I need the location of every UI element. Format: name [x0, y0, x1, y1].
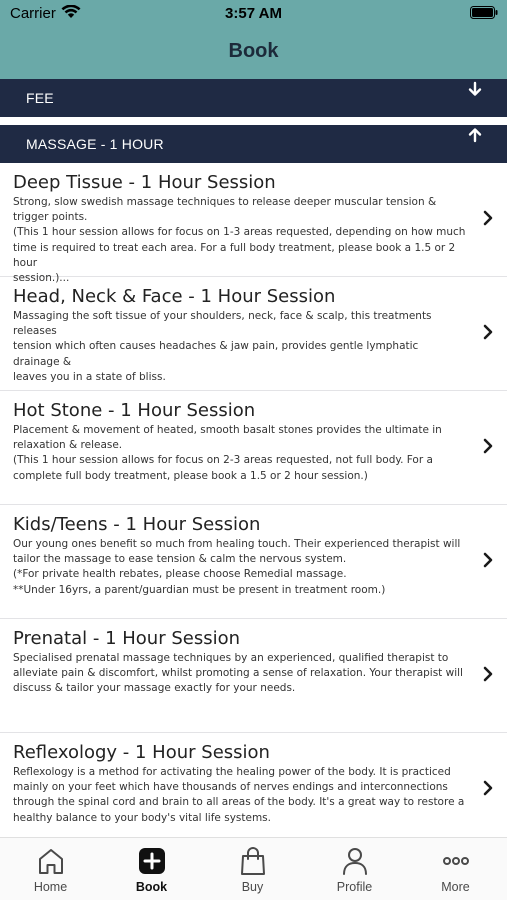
clock: 3:57 AM: [225, 5, 282, 22]
tab-profile[interactable]: Profile: [304, 838, 405, 900]
service-title: Reflexology - 1 Hour Session: [13, 742, 270, 763]
service-description: Specialised prenatal massage techniques …: [13, 652, 463, 695]
service-item[interactable]: Prenatal - 1 Hour Session Specialised pr…: [0, 619, 507, 733]
tab-buy[interactable]: Buy: [202, 838, 303, 900]
arrow-down-icon: [468, 81, 482, 96]
book-plus-icon: [139, 848, 165, 874]
chevron-right-icon: [483, 324, 493, 340]
more-dots-icon: [443, 857, 469, 865]
tab-book[interactable]: Book: [101, 838, 202, 900]
service-title: Head, Neck & Face - 1 Hour Session: [13, 286, 336, 307]
service-item[interactable]: Deep Tissue - 1 Hour Session Strong, slo…: [0, 163, 507, 284]
tab-label: Book: [135, 880, 168, 894]
service-title: Hot Stone - 1 Hour Session: [13, 400, 256, 421]
service-title: Deep Tissue - 1 Hour Session: [13, 172, 276, 193]
section-massage[interactable]: MASSAGE - 1 HOUR: [0, 125, 507, 163]
tab-label: Profile: [336, 880, 373, 894]
service-description: Strong, slow swedish massage techniques …: [13, 196, 466, 285]
person-icon: [343, 848, 367, 875]
service-item[interactable]: Head, Neck & Face - 1 Hour Session Massa…: [0, 277, 507, 391]
home-icon: [39, 849, 63, 874]
chevron-right-icon: [483, 780, 493, 796]
chevron-right-icon: [483, 210, 493, 226]
service-description: Our young ones benefit so much from heal…: [13, 538, 461, 596]
section-fee[interactable]: FEE: [0, 79, 507, 117]
service-description: Massaging the soft tissue of your should…: [13, 310, 432, 383]
tab-home[interactable]: Home: [0, 838, 101, 900]
service-title: Prenatal - 1 Hour Session: [13, 628, 241, 649]
chevron-right-icon: [483, 666, 493, 682]
chevron-right-icon: [483, 438, 493, 454]
shopping-bag-icon: [241, 847, 265, 875]
service-description: Placement & movement of heated, smooth b…: [13, 424, 442, 482]
tab-label: More: [441, 880, 470, 894]
page-title: Book: [228, 40, 279, 62]
tab-more[interactable]: More: [405, 838, 506, 900]
nav-header: Carrier 3:57 AM Book: [0, 0, 507, 79]
service-description: Reflexology is a method for activating t…: [13, 766, 465, 824]
status-bar: Carrier 3:57 AM: [0, 0, 507, 28]
service-item[interactable]: Reflexology - 1 Hour Session Reflexology…: [0, 733, 507, 847]
service-item[interactable]: Hot Stone - 1 Hour Session Placement & m…: [0, 391, 507, 505]
section-label: MASSAGE - 1 HOUR: [26, 136, 164, 152]
tab-bar: Home Book Buy Profile More: [0, 837, 507, 900]
section-label: FEE: [26, 90, 54, 106]
service-list: Deep Tissue - 1 Hour Session Strong, slo…: [0, 163, 507, 847]
tab-label: Home: [33, 880, 68, 894]
battery-icon: [470, 6, 498, 19]
arrow-up-icon: [468, 128, 482, 143]
tab-label: Buy: [241, 880, 264, 894]
service-title: Kids/Teens - 1 Hour Session: [13, 514, 261, 535]
service-item[interactable]: Kids/Teens - 1 Hour Session Our young on…: [0, 505, 507, 619]
chevron-right-icon: [483, 552, 493, 568]
